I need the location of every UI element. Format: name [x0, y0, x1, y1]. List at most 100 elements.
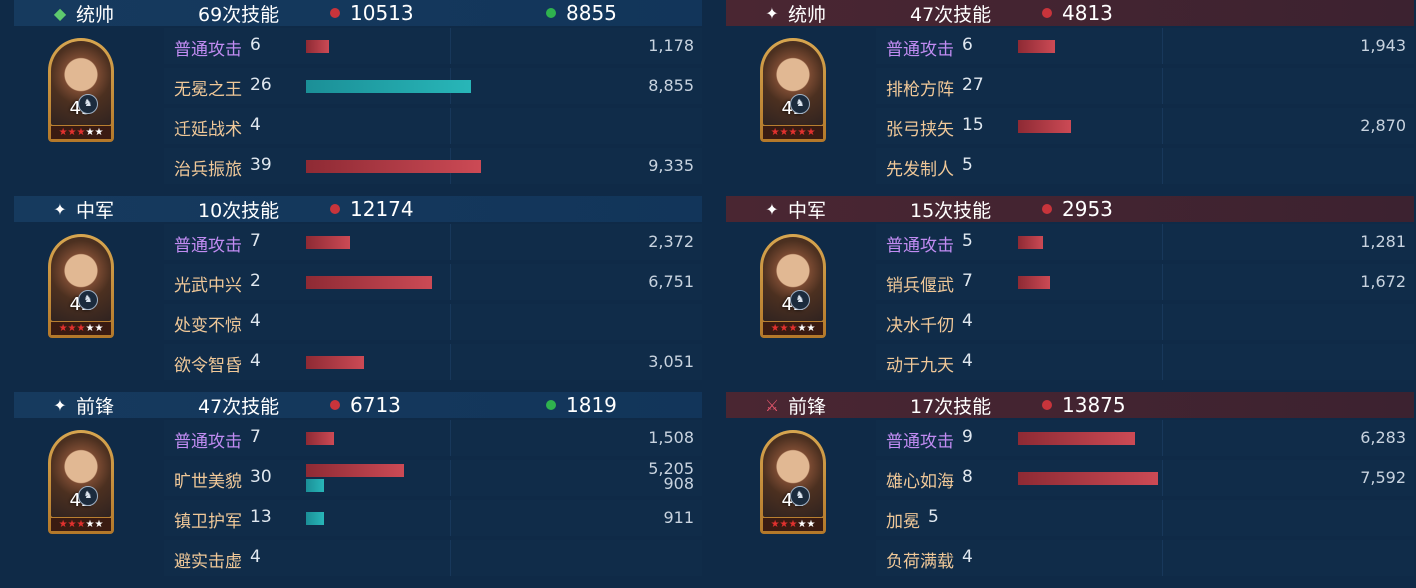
damage-bar	[306, 276, 432, 289]
skill-count: 5	[962, 155, 973, 175]
damage-total: 6713	[330, 393, 401, 417]
column-divider	[1162, 540, 1163, 576]
skill-value: 8,855	[648, 76, 694, 95]
red-dot-icon	[330, 204, 340, 214]
skill-row: 动于九天 4	[876, 344, 1414, 380]
skill-value: 3,051	[648, 352, 694, 371]
gem-icon: ◆	[53, 3, 67, 23]
general-section-统帅: ✦统帅47次技能481342★★★★★♞普通攻击61,943排枪方阵27张弓挟矢…	[726, 0, 1414, 196]
green-dot-icon	[546, 400, 556, 410]
skill-name: 负荷满载	[886, 552, 954, 572]
skill-count: 4	[250, 311, 261, 331]
role-text: 中军	[788, 199, 827, 222]
skill-count: 7	[250, 231, 261, 251]
damage-total: 2953	[1042, 197, 1113, 221]
star-icon: ★	[806, 323, 816, 334]
skill-value: 6,751	[648, 272, 694, 291]
heal-bar	[306, 512, 324, 525]
skill-value: 9,335	[648, 156, 694, 175]
general-section-中军: ✦中军15次技能295342★★★★★♞普通攻击51,281销兵偃武71,672…	[726, 196, 1414, 392]
column-divider	[1162, 148, 1163, 184]
star-rating: ★★★★★	[51, 518, 111, 531]
skill-count: 15	[962, 115, 984, 135]
skill-row: 先发制人 5	[876, 148, 1414, 184]
skill-name: 避实击虚	[174, 552, 242, 572]
column-divider	[1162, 108, 1163, 144]
general-section-统帅: ◆统帅69次技能10513885543★★★★★♞普通攻击61,178无冕之王2…	[14, 0, 702, 196]
damage-value: 4813	[1062, 1, 1113, 25]
column-divider	[450, 344, 451, 380]
skill-name: 普通攻击	[174, 432, 242, 452]
skill-row: 雄心如海 8 7,592	[876, 460, 1414, 496]
star-icon: ★	[94, 323, 104, 334]
heal-value: 1819	[566, 393, 617, 417]
section-header: ✦ 前锋 47次技能 6713 1819	[14, 392, 702, 418]
column-divider	[450, 460, 451, 496]
section-header: ✦ 中军 15次技能 2953	[726, 196, 1414, 222]
star-icon: ✦	[765, 3, 779, 23]
damage-bar	[1018, 276, 1050, 289]
skill-count: 7	[962, 271, 973, 291]
skill-count: 27	[962, 75, 984, 95]
general-portrait[interactable]: 42★★★★★♞	[48, 430, 114, 534]
skill-name: 普通攻击	[174, 236, 242, 256]
column-divider	[1162, 344, 1163, 380]
general-portrait[interactable]: 41★★★★★♞	[760, 430, 826, 534]
star-icon: ★	[58, 323, 68, 334]
star-icon: ★	[94, 519, 104, 530]
skill-value: 911	[663, 508, 694, 527]
skill-name: 光武中兴	[174, 276, 242, 296]
skill-count: 4	[250, 351, 261, 371]
skill-value: 1,672	[1360, 272, 1406, 291]
skill-count: 4	[962, 351, 973, 371]
heal-total: 8855	[546, 1, 617, 25]
skill-row: 无冕之王 26 8,855	[164, 68, 702, 104]
skill-row: 决水千仞 4	[876, 304, 1414, 340]
skill-row: 治兵振旅 39 9,335	[164, 148, 702, 184]
damage-value: 6713	[350, 393, 401, 417]
role-text: 前锋	[788, 395, 827, 418]
skill-row: 旷世美貌 30 5,205 908	[164, 459, 702, 496]
column-divider	[1162, 264, 1163, 300]
damage-value: 13875	[1062, 393, 1126, 417]
general-portrait[interactable]: 42★★★★★♞	[760, 234, 826, 338]
general-portrait[interactable]: 42★★★★★♞	[48, 234, 114, 338]
star-icon: ★	[770, 127, 780, 138]
column-divider	[1162, 224, 1163, 260]
skill-count: 2	[250, 271, 261, 291]
left-team-panel: ◆统帅69次技能10513885543★★★★★♞普通攻击61,178无冕之王2…	[14, 0, 702, 587]
column-divider	[450, 500, 451, 536]
skill-row: 张弓挟矢 15 2,870	[876, 108, 1414, 144]
star-icon: ★	[58, 127, 68, 138]
role-text: 中军	[76, 199, 115, 222]
column-divider	[1162, 460, 1163, 496]
damage-bar	[1018, 236, 1043, 249]
skill-row: 普通攻击 6 1,178	[164, 28, 702, 64]
general-portrait[interactable]: 42★★★★★♞	[760, 38, 826, 142]
star-icon: ★	[94, 127, 104, 138]
role-text: 统帅	[76, 3, 115, 26]
star-icon: ✦	[53, 199, 67, 219]
skill-name: 旷世美貌	[174, 472, 242, 492]
damage-bar	[306, 160, 481, 173]
red-dot-icon	[330, 8, 340, 18]
skill-row: 处变不惊 4	[164, 304, 702, 340]
skill-cast-count: 47次技能	[198, 395, 280, 418]
role-text: 统帅	[788, 3, 827, 26]
troop-type-icon: ♞	[78, 486, 98, 506]
skill-name: 雄心如海	[886, 472, 954, 492]
skill-count: 4	[962, 547, 973, 567]
skill-cast-count: 47次技能	[910, 3, 992, 26]
star-icon: ✦	[53, 395, 67, 415]
star-rating: ★★★★★	[51, 322, 111, 335]
skill-value: 1,508	[648, 428, 694, 447]
column-divider	[1162, 420, 1163, 456]
skill-value: 2,372	[648, 232, 694, 251]
column-divider	[1162, 28, 1163, 64]
general-portrait[interactable]: 43★★★★★♞	[48, 38, 114, 142]
battle-report: ◆统帅69次技能10513885543★★★★★♞普通攻击61,178无冕之王2…	[0, 0, 1416, 587]
role-label: ✦ 前锋	[50, 392, 114, 419]
troop-type-icon: ♞	[790, 94, 810, 114]
damage-bar	[306, 40, 329, 53]
skill-row: 普通攻击 7 2,372	[164, 224, 702, 260]
